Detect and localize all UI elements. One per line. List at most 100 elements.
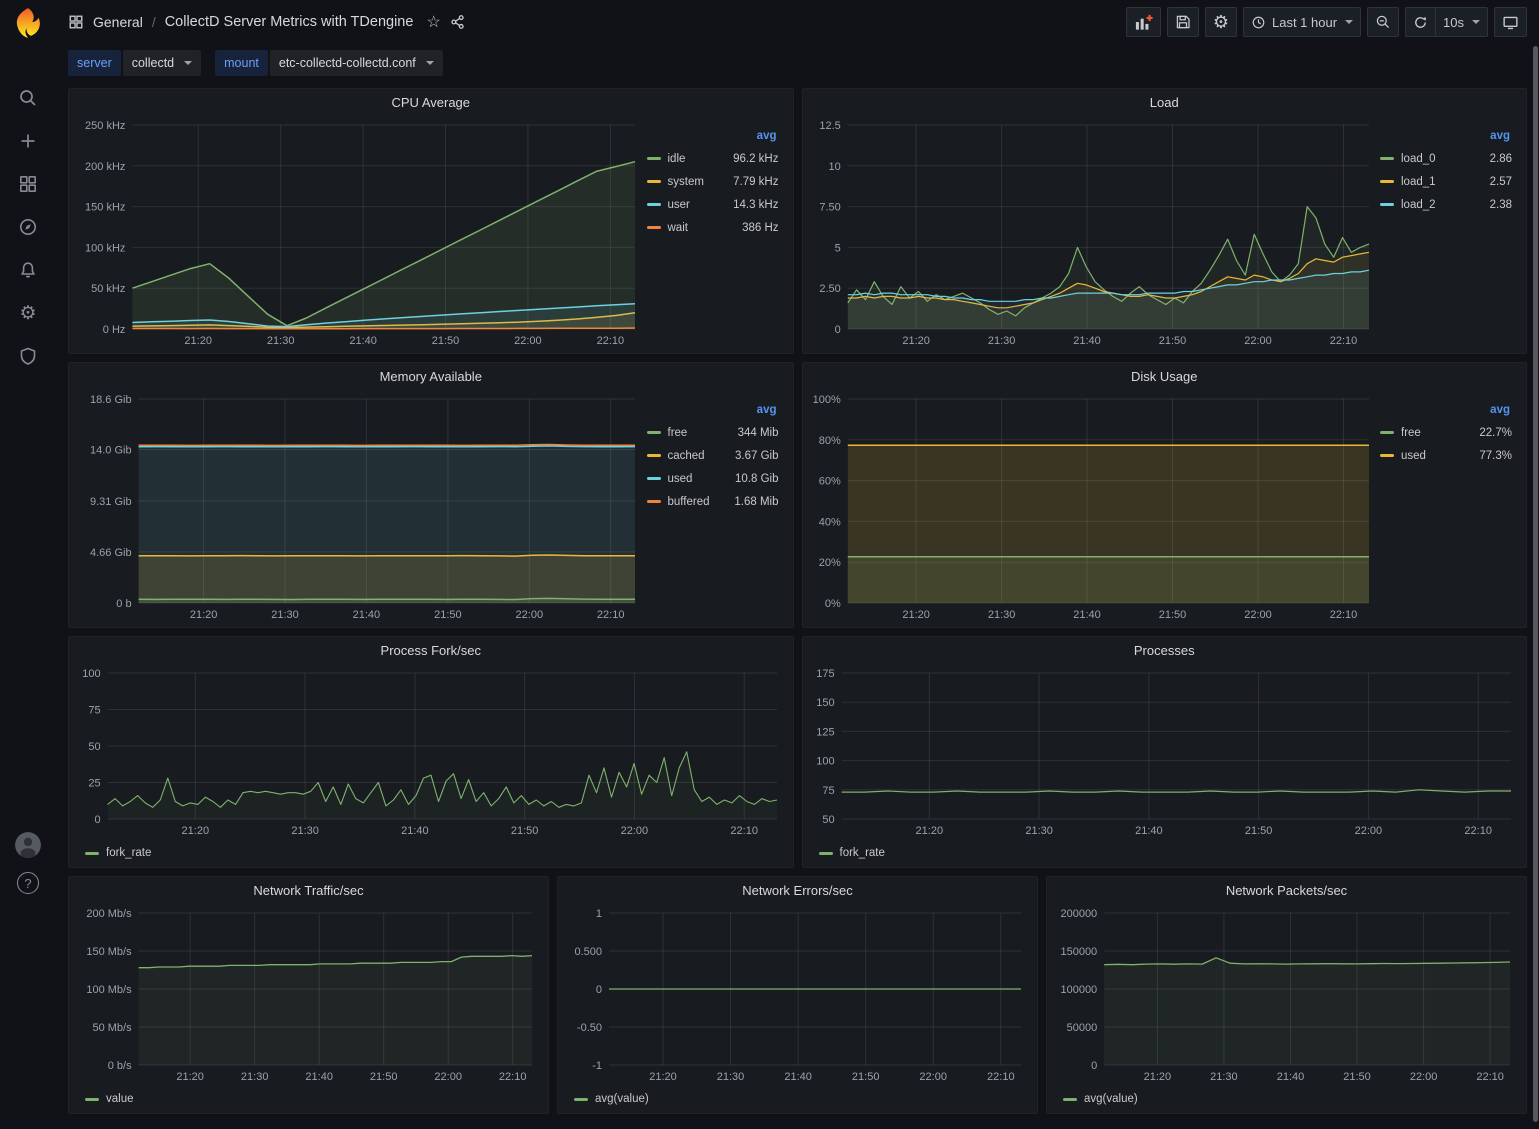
disk-usage-chart[interactable]: 0%20%40%60%80%100%21:2021:3021:4021:5022… xyxy=(809,389,1379,625)
series-name: avg(value) xyxy=(1084,1093,1138,1105)
svg-text:21:20: 21:20 xyxy=(902,335,930,347)
svg-text:21:40: 21:40 xyxy=(353,609,381,621)
sidebar: ⚙ ? xyxy=(0,0,56,1129)
series-name: free xyxy=(668,427,688,439)
tv-kiosk-button[interactable] xyxy=(1494,7,1527,37)
panel-title[interactable]: Processes xyxy=(803,637,1527,663)
alerting-bell-icon[interactable] xyxy=(16,258,40,282)
legend-item[interactable]: used77.3% xyxy=(1380,444,1512,467)
panel-title[interactable]: Network Errors/sec xyxy=(558,877,1037,903)
legend-item[interactable]: cached3.67 Gib xyxy=(647,444,779,467)
svg-text:21:30: 21:30 xyxy=(267,335,295,347)
network-packets-chart[interactable]: 05000010000015000020000021:2021:3021:402… xyxy=(1053,903,1520,1087)
legend-item[interactable]: avg(value) xyxy=(1063,1093,1138,1105)
series-color-marker xyxy=(819,852,833,855)
cpu-legend: avgidle96.2 kHzsystem7.79 kHzuser14.3 kH… xyxy=(645,115,787,351)
page-scrollbar[interactable] xyxy=(1533,46,1538,1122)
legend-item[interactable]: fork_rate xyxy=(819,847,885,859)
series-avg-value: 2.57 xyxy=(1480,176,1512,188)
panel-title[interactable]: Process Fork/sec xyxy=(69,637,793,663)
legend-item[interactable]: free22.7% xyxy=(1380,421,1512,444)
series-color-marker xyxy=(1380,180,1394,183)
svg-text:22:10: 22:10 xyxy=(1329,335,1357,347)
legend-item[interactable]: buffered1.68 Mib xyxy=(647,490,779,513)
search-icon[interactable] xyxy=(16,86,40,110)
create-icon[interactable] xyxy=(16,129,40,153)
svg-text:2.50: 2.50 xyxy=(819,283,840,295)
legend-item[interactable]: wait386 Hz xyxy=(647,216,779,239)
user-avatar[interactable] xyxy=(15,832,41,858)
legend-value-header: avg xyxy=(1380,399,1512,421)
series-color-marker xyxy=(1380,203,1394,206)
process-fork-chart[interactable]: 025507510021:2021:3021:4021:5022:0022:10 xyxy=(75,663,787,841)
load-chart[interactable]: 02.5057.501012.521:2021:3021:4021:5022:0… xyxy=(809,115,1379,351)
time-range-picker[interactable]: Last 1 hour xyxy=(1243,7,1361,37)
refresh-interval-dropdown[interactable]: 10s xyxy=(1435,7,1488,37)
panel-title[interactable]: CPU Average xyxy=(69,89,793,115)
legend-item[interactable]: idle96.2 kHz xyxy=(647,147,779,170)
dashboard-title[interactable]: CollectD Server Metrics with TDengine xyxy=(165,14,414,30)
svg-text:21:20: 21:20 xyxy=(190,609,218,621)
refresh-button[interactable] xyxy=(1405,7,1435,37)
share-icon[interactable] xyxy=(450,14,466,30)
network-errors-chart[interactable]: -1-0.5000.500121:2021:3021:4021:5022:002… xyxy=(564,903,1031,1087)
configuration-gear-icon[interactable]: ⚙ xyxy=(16,301,40,325)
svg-text:10: 10 xyxy=(828,161,840,173)
variable-server-value-dropdown[interactable]: collectd xyxy=(123,50,201,76)
cpu-average-chart[interactable]: 0 Hz50 kHz100 kHz150 kHz200 kHz250 kHz21… xyxy=(75,115,645,351)
explore-compass-icon[interactable] xyxy=(16,215,40,239)
svg-text:100 Mb/s: 100 Mb/s xyxy=(86,984,132,996)
svg-text:200 Mb/s: 200 Mb/s xyxy=(86,908,132,920)
legend-item[interactable]: free344 Mib xyxy=(647,421,779,444)
variable-server-label: server xyxy=(68,50,121,76)
series-name: wait xyxy=(668,222,688,234)
grafana-app: ⚙ ? General / CollectD Server Metrics wi… xyxy=(0,0,1539,1129)
svg-text:4.66 Gib: 4.66 Gib xyxy=(90,547,132,559)
svg-text:21:50: 21:50 xyxy=(432,335,460,347)
variable-mount-value: etc-collectd-collectd.conf xyxy=(279,56,416,70)
legend-value-header: avg xyxy=(647,125,779,147)
legend-item[interactable]: used10.8 Gib xyxy=(647,467,779,490)
svg-text:21:20: 21:20 xyxy=(915,825,943,837)
legend-item[interactable]: load_12.57 xyxy=(1380,170,1512,193)
svg-text:21:30: 21:30 xyxy=(987,609,1015,621)
panel-title[interactable]: Disk Usage xyxy=(803,363,1527,389)
legend-item[interactable]: load_02.86 xyxy=(1380,147,1512,170)
dashboard-settings-button[interactable]: ⚙ xyxy=(1205,7,1237,37)
star-icon[interactable]: ☆ xyxy=(426,12,440,32)
series-name: fork_rate xyxy=(840,847,885,859)
grafana-logo[interactable] xyxy=(11,6,45,40)
svg-text:22:10: 22:10 xyxy=(1464,825,1492,837)
panel-title[interactable]: Network Traffic/sec xyxy=(69,877,548,903)
svg-text:21:30: 21:30 xyxy=(717,1071,745,1083)
svg-text:21:40: 21:40 xyxy=(1073,335,1101,347)
legend-item[interactable]: value xyxy=(85,1093,134,1105)
caret-down-icon xyxy=(1345,20,1353,24)
legend-item[interactable]: fork_rate xyxy=(85,847,151,859)
legend-item[interactable]: system7.79 kHz xyxy=(647,170,779,193)
panel-title[interactable]: Load xyxy=(803,89,1527,115)
breadcrumb-general-link[interactable]: General xyxy=(93,14,143,30)
svg-text:50: 50 xyxy=(88,741,100,753)
save-dashboard-button[interactable] xyxy=(1167,7,1199,37)
variable-mount-value-dropdown[interactable]: etc-collectd-collectd.conf xyxy=(270,50,443,76)
svg-text:22:00: 22:00 xyxy=(514,335,542,347)
series-name: avg(value) xyxy=(595,1093,649,1105)
legend-item[interactable]: user14.3 kHz xyxy=(647,193,779,216)
svg-text:0: 0 xyxy=(1091,1060,1097,1072)
processes-chart[interactable]: 507510012515017521:2021:3021:4021:5022:0… xyxy=(809,663,1521,841)
memory-available-chart[interactable]: 0 b4.66 Gib9.31 Gib14.0 Gib18.6 Gib21:20… xyxy=(75,389,645,625)
legend-item[interactable]: avg(value) xyxy=(574,1093,649,1105)
svg-text:40%: 40% xyxy=(818,516,840,528)
legend-item[interactable]: load_22.38 xyxy=(1380,193,1512,216)
svg-text:9.31 Gib: 9.31 Gib xyxy=(90,496,132,508)
dashboards-icon[interactable] xyxy=(16,172,40,196)
network-traffic-chart[interactable]: 0 b/s50 Mb/s100 Mb/s150 Mb/s200 Mb/s21:2… xyxy=(75,903,542,1087)
help-icon[interactable]: ? xyxy=(17,872,39,894)
panel-title[interactable]: Memory Available xyxy=(69,363,793,389)
server-admin-shield-icon[interactable] xyxy=(16,344,40,368)
panel-title[interactable]: Network Packets/sec xyxy=(1047,877,1526,903)
series-avg-value: 14.3 kHz xyxy=(723,199,778,211)
add-panel-button[interactable] xyxy=(1126,7,1161,37)
zoom-out-button[interactable] xyxy=(1367,7,1399,37)
